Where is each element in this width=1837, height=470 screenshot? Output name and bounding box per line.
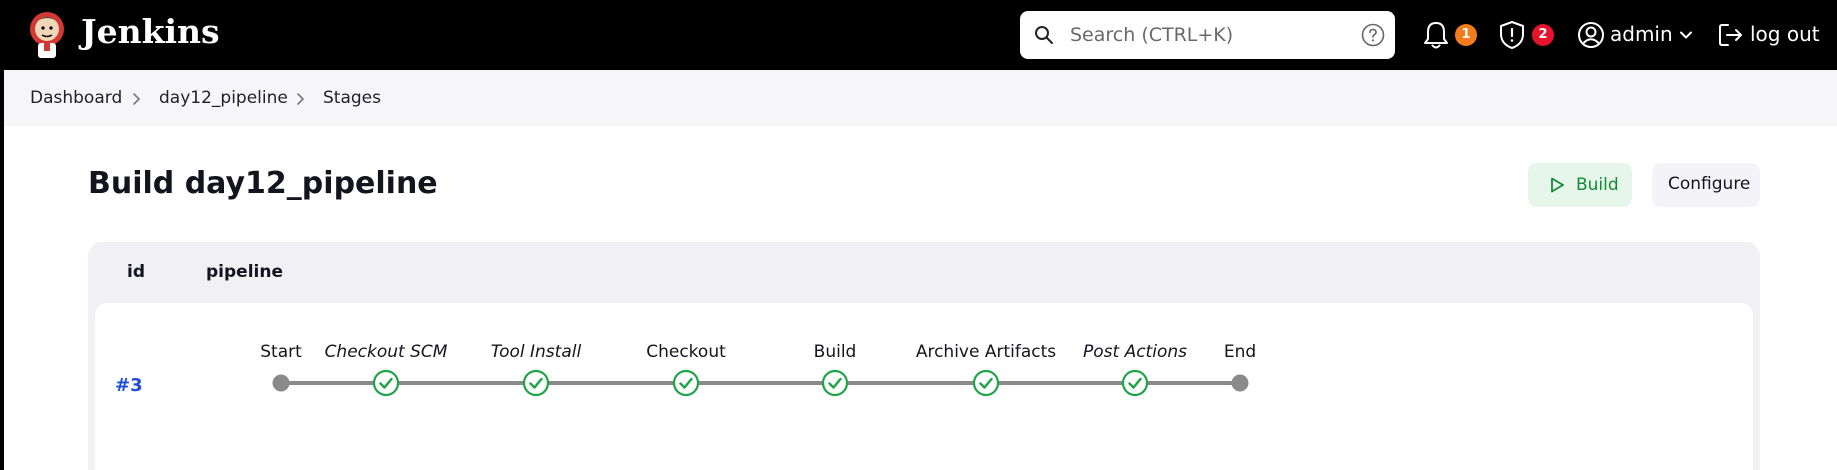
stage-label[interactable]: Post Actions [1083,342,1187,362]
search-input[interactable] [1070,17,1340,53]
page-title: Build day12_pipeline [88,166,438,201]
breadcrumb-dashboard[interactable]: Dashboard [30,88,122,108]
configure-button-label: Configure [1668,174,1751,194]
brand-title[interactable]: Jenkins [81,12,220,51]
stages-table: id pipeline #3 Start Checkout SCM Tool Ins… [88,242,1760,470]
logout-link[interactable]: log out [1750,22,1820,46]
stage-success-icon[interactable] [672,369,700,397]
stage-label[interactable]: End [1224,342,1256,362]
security-badge[interactable]: 2 [1532,24,1554,46]
pipeline-graph: Start Checkout SCM Tool Install Checkout Bui… [260,342,1256,397]
build-button-label: Build [1576,175,1619,195]
top-bar: Jenkins 1 2 admin log out [4,0,1837,70]
user-name[interactable]: admin [1610,22,1673,46]
chevron-right-icon [297,93,305,105]
bell-icon[interactable] [1422,20,1450,50]
stage-success-icon[interactable] [1121,369,1149,397]
pipeline-start-node [272,374,290,392]
stage-success-icon[interactable] [522,369,550,397]
stage-success-icon[interactable] [972,369,1000,397]
configure-button[interactable]: Configure [1652,163,1760,207]
table-row: #3 Start Checkout SCM Tool Install Checkout… [95,303,1753,470]
jenkins-logo-icon[interactable] [26,9,68,61]
stage-success-icon[interactable] [821,369,849,397]
user-icon[interactable] [1577,21,1605,49]
shield-icon[interactable] [1498,20,1526,50]
search-box[interactable] [1020,11,1395,59]
stage-label[interactable]: Checkout SCM [325,342,448,362]
breadcrumb: Dashboard day12_pipeline Stages [4,70,1837,126]
stage-success-icon[interactable] [372,369,400,397]
chevron-right-icon [133,93,141,105]
stage-label[interactable]: Tool Install [491,342,582,362]
breadcrumb-day12-pipeline[interactable]: day12_pipeline [159,88,288,108]
column-header-pipeline: pipeline [206,262,283,282]
stage-label[interactable]: Start [260,342,302,362]
notifications-badge[interactable]: 1 [1455,24,1477,46]
search-icon [1035,26,1053,44]
play-icon [1551,177,1564,193]
chevron-down-icon[interactable] [1678,27,1694,43]
pipeline-end-node [1231,374,1249,392]
stage-label[interactable]: Checkout [646,342,726,362]
stage-label[interactable]: Build [814,342,857,362]
build-button[interactable]: Build [1528,163,1632,207]
help-icon[interactable] [1361,23,1385,47]
stage-label[interactable]: Archive Artifacts [916,342,1056,362]
column-header-id: id [127,262,145,282]
breadcrumb-stages[interactable]: Stages [323,88,381,108]
logout-icon[interactable] [1717,21,1745,49]
